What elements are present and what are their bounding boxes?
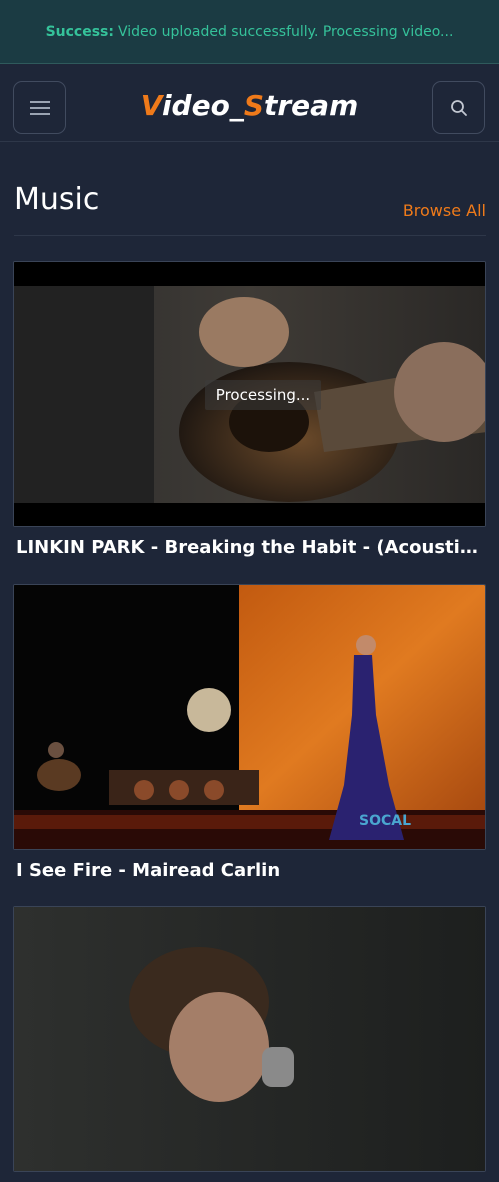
toast-label: Success:	[45, 23, 114, 40]
svg-text:SOCAL: SOCAL	[359, 813, 411, 829]
search-icon	[450, 99, 467, 116]
section-header: Music Browse All	[14, 182, 486, 236]
video-thumbnail[interactable]: SOCAL	[13, 584, 486, 850]
top-navbar: Video_Stream	[0, 64, 499, 142]
video-card[interactable]: Processing... LINKIN PARK - Breaking the…	[13, 261, 486, 558]
processing-overlay: Processing...	[205, 380, 321, 410]
search-button[interactable]	[432, 81, 485, 134]
video-title[interactable]: LINKIN PARK - Breaking the Habit - (Acou…	[16, 537, 484, 558]
video-title[interactable]: I See Fire - Mairead Carlin	[16, 860, 484, 881]
browse-all-link[interactable]: Browse All	[403, 201, 486, 220]
brand-logo[interactable]: Video_Stream	[0, 89, 499, 122]
video-thumbnail[interactable]: Processing...	[13, 261, 486, 527]
success-toast: Success: Video uploaded successfully. Pr…	[0, 0, 499, 64]
concert-thumbnail-image: SOCAL	[14, 585, 485, 849]
toast-message: Video uploaded successfully. Processing …	[118, 23, 454, 40]
video-thumbnail[interactable]	[13, 906, 486, 1172]
video-card[interactable]: SOCAL I See Fire - Mairead Carlin	[13, 584, 486, 881]
section-title: Music	[14, 182, 100, 217]
singer-thumbnail-image	[14, 907, 485, 1171]
video-card[interactable]	[13, 906, 486, 1182]
